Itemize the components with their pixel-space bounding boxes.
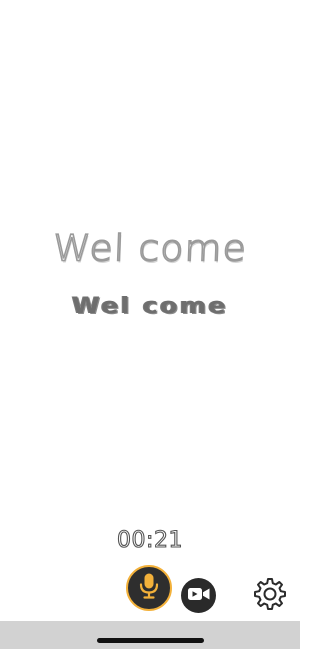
video-camera-icon bbox=[187, 586, 211, 606]
welcome-title-bold: Wel come bbox=[72, 294, 228, 319]
home-indicator[interactable] bbox=[97, 638, 204, 643]
home-bar-area bbox=[0, 621, 300, 649]
mic-button[interactable] bbox=[126, 565, 172, 611]
recording-screen: Wel come Wel come 00:21 bbox=[0, 0, 300, 649]
microphone-icon bbox=[138, 572, 160, 604]
video-button[interactable] bbox=[181, 578, 216, 613]
settings-button[interactable] bbox=[252, 578, 288, 614]
elapsed-timer: 00:21 bbox=[116, 527, 183, 553]
gear-icon bbox=[253, 577, 287, 615]
welcome-title-outline: Wel come bbox=[51, 226, 248, 269]
